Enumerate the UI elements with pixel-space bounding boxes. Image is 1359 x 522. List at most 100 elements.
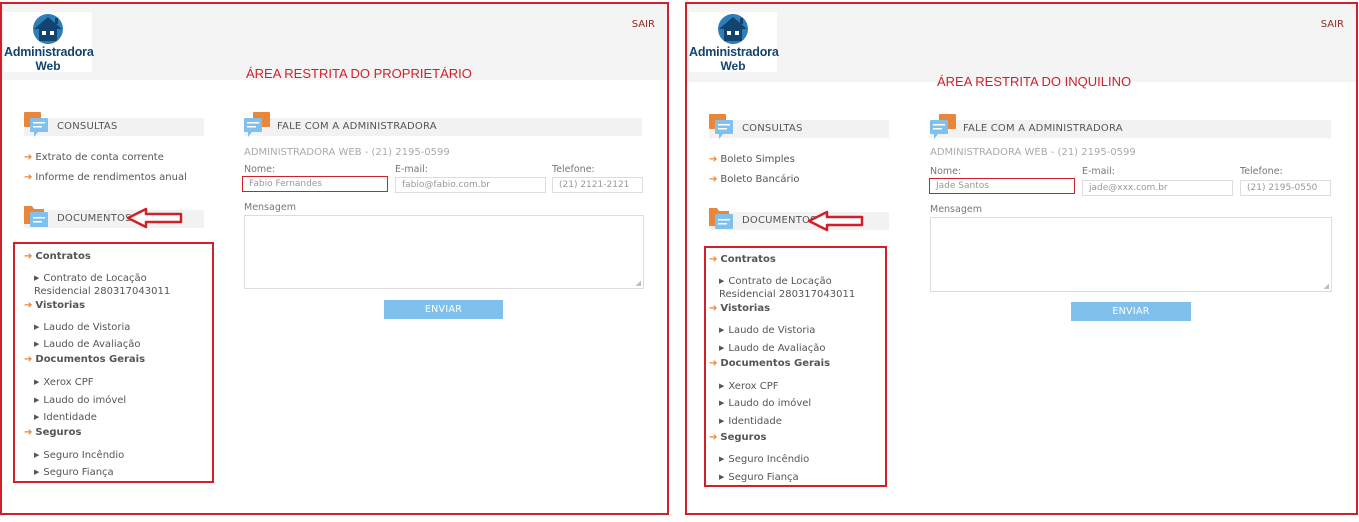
caret-right-icon: ▶ — [34, 413, 40, 421]
fale-section-header: FALE COM A ADMINISTRADORA — [930, 114, 1331, 139]
folder-icon — [709, 208, 733, 229]
documentos-title: DOCUMENTOS — [742, 215, 817, 226]
arrow-right-icon: ➔ — [24, 427, 33, 438]
send-button[interactable]: ENVIAR — [384, 300, 503, 319]
doc-category-contratos[interactable]: ➔ Contratos — [709, 254, 776, 265]
logo-line2: Web — [35, 59, 61, 73]
doc-category-vistorias[interactable]: ➔ Vistorias — [709, 303, 770, 314]
doc-label: Laudo de Avaliação — [43, 339, 141, 350]
doc-link[interactable]: ▶ Identidade — [719, 415, 782, 428]
doc-category-seguros[interactable]: ➔ Seguros — [709, 432, 766, 443]
doc-link[interactable]: ▶ Seguro Incêndio — [719, 453, 809, 466]
arrow-right-icon: ➔ — [24, 300, 33, 311]
arrow-right-icon: ➔ — [24, 354, 33, 365]
doc-label: Seguro Fiança — [43, 467, 114, 478]
doc-category-seguros[interactable]: ➔ Seguros — [24, 427, 81, 438]
caret-right-icon: ▶ — [719, 399, 725, 407]
doc-link[interactable]: ▶ Laudo de Avaliação — [34, 338, 140, 351]
doc-link[interactable]: ▶ Seguro Incêndio — [34, 449, 124, 462]
consulta-link-boleto-simples[interactable]: ➔ Boleto Simples — [709, 154, 795, 165]
email-field[interactable]: fabio@fabio.com.br — [395, 177, 546, 193]
category-label: Vistorias — [720, 303, 771, 314]
area-title: ÁREA RESTRITA DO PROPRIETÁRIO — [246, 66, 472, 81]
doc-link[interactable]: ▶ Laudo de Vistoria — [719, 324, 815, 337]
doc-link[interactable]: ▶ Contrato de Locação Residencial 2803170… — [34, 272, 202, 298]
logout-link[interactable]: SAIR — [632, 19, 655, 30]
caret-right-icon: ▶ — [719, 382, 725, 390]
category-label: Documentos Gerais — [720, 358, 831, 369]
site-logo[interactable]: Administradora Web — [4, 12, 94, 73]
caret-right-icon: ▶ — [719, 473, 725, 481]
doc-label: Laudo de Vistoria — [728, 325, 816, 336]
doc-link[interactable]: ▶ Contrato de Locação Residencial 2803170… — [719, 275, 881, 301]
doc-category-vistorias[interactable]: ➔ Vistorias — [24, 300, 85, 311]
mensagem-textarea[interactable]: ◢ — [244, 215, 644, 289]
doc-category-gerais[interactable]: ➔ Documentos Gerais — [709, 358, 830, 369]
email-label: E-mail: — [1082, 166, 1115, 177]
logout-link[interactable]: SAIR — [1321, 19, 1344, 30]
logo-line2: Web — [720, 59, 746, 73]
category-label: Contratos — [35, 251, 91, 262]
caret-right-icon: ▶ — [719, 344, 725, 352]
consultas-section-header: CONSULTAS — [24, 112, 204, 137]
fale-section-header: FALE COM A ADMINISTRADORA — [244, 112, 642, 137]
email-field[interactable]: jade@xxx.com.br — [1082, 180, 1233, 196]
area-title: ÁREA RESTRITA DO INQUILINO — [937, 74, 1132, 89]
chat-bubbles-icon — [709, 114, 733, 139]
caret-right-icon: ▶ — [719, 455, 725, 463]
fale-subtitle: ADMINISTRADORA WEB - (21) 2195-0599 — [244, 147, 450, 158]
doc-link[interactable]: ▶ Laudo do imóvel — [34, 394, 126, 407]
doc-label: Laudo de Avaliação — [728, 343, 826, 354]
arrow-right-icon: ➔ — [24, 251, 33, 262]
documentos-title: DOCUMENTOS — [57, 213, 132, 224]
nome-label: Nome: — [930, 166, 962, 177]
caret-right-icon: ▶ — [34, 274, 40, 282]
doc-link[interactable]: ▶ Laudo de Avaliação — [719, 342, 825, 355]
consulta-label: Informe de rendimentos anual — [35, 172, 187, 183]
chat-bubbles-icon — [244, 112, 270, 137]
doc-link[interactable]: ▶ Seguro Fiança — [34, 466, 114, 479]
fale-subtitle: ADMINISTRADORA WEB - (21) 2195-0599 — [930, 147, 1136, 158]
doc-link[interactable]: ▶ Identidade — [34, 411, 97, 424]
caret-right-icon: ▶ — [34, 451, 40, 459]
doc-label: Identidade — [728, 416, 782, 427]
telefone-field[interactable]: (21) 2195-0550 — [1240, 180, 1331, 196]
doc-label: Contrato de Locação Residencial 28031704… — [34, 273, 171, 297]
caret-right-icon: ▶ — [34, 340, 40, 348]
tenant-panel: Administradora Web SAIR ÁREA RESTRITA DO… — [685, 2, 1358, 515]
category-label: Vistorias — [35, 300, 86, 311]
caret-right-icon: ▶ — [34, 468, 40, 476]
arrow-right-icon: ➔ — [709, 303, 718, 314]
consulta-link-extrato[interactable]: ➔ Extrato de conta corrente — [24, 152, 164, 163]
doc-link[interactable]: ▶ Laudo do imóvel — [719, 397, 811, 410]
arrow-right-icon: ➔ — [24, 152, 33, 163]
mensagem-label: Mensagem — [244, 202, 296, 213]
doc-link[interactable]: ▶ Laudo de Vistoria — [34, 321, 130, 334]
telefone-label: Telefone: — [552, 164, 595, 175]
doc-link[interactable]: ▶ Seguro Fiança — [719, 471, 799, 484]
site-logo[interactable]: Administradora Web — [689, 12, 779, 73]
chat-bubbles-icon — [24, 112, 48, 137]
resize-grip-icon[interactable]: ◢ — [636, 279, 641, 287]
caret-right-icon: ▶ — [719, 277, 725, 285]
logo-line1: Administradora — [689, 45, 779, 59]
send-button[interactable]: ENVIAR — [1071, 302, 1191, 321]
doc-link[interactable]: ▶ Xerox CPF — [719, 380, 779, 393]
doc-link[interactable]: ▶ Xerox CPF — [34, 376, 94, 389]
resize-grip-icon[interactable]: ◢ — [1324, 282, 1329, 290]
fale-title: FALE COM A ADMINISTRADORA — [963, 123, 1123, 134]
doc-label: Identidade — [43, 412, 97, 423]
mensagem-textarea[interactable]: ◢ — [930, 217, 1332, 292]
consulta-link-informe[interactable]: ➔ Informe de rendimentos anual — [24, 172, 187, 183]
category-label: Documentos Gerais — [35, 354, 146, 365]
consulta-link-boleto-bancario[interactable]: ➔ Boleto Bancário — [709, 174, 799, 185]
doc-category-gerais[interactable]: ➔ Documentos Gerais — [24, 354, 145, 365]
doc-label: Laudo do imóvel — [728, 398, 812, 409]
logo-line1: Administradora — [4, 45, 94, 59]
nome-field[interactable]: Fabio Fernandes — [242, 176, 388, 192]
doc-category-contratos[interactable]: ➔ Contratos — [24, 251, 91, 262]
telefone-field[interactable]: (21) 2121-2121 — [552, 177, 643, 193]
category-label: Seguros — [35, 427, 82, 438]
arrow-right-icon: ➔ — [709, 358, 718, 369]
nome-field[interactable]: Jade Santos — [929, 178, 1075, 194]
